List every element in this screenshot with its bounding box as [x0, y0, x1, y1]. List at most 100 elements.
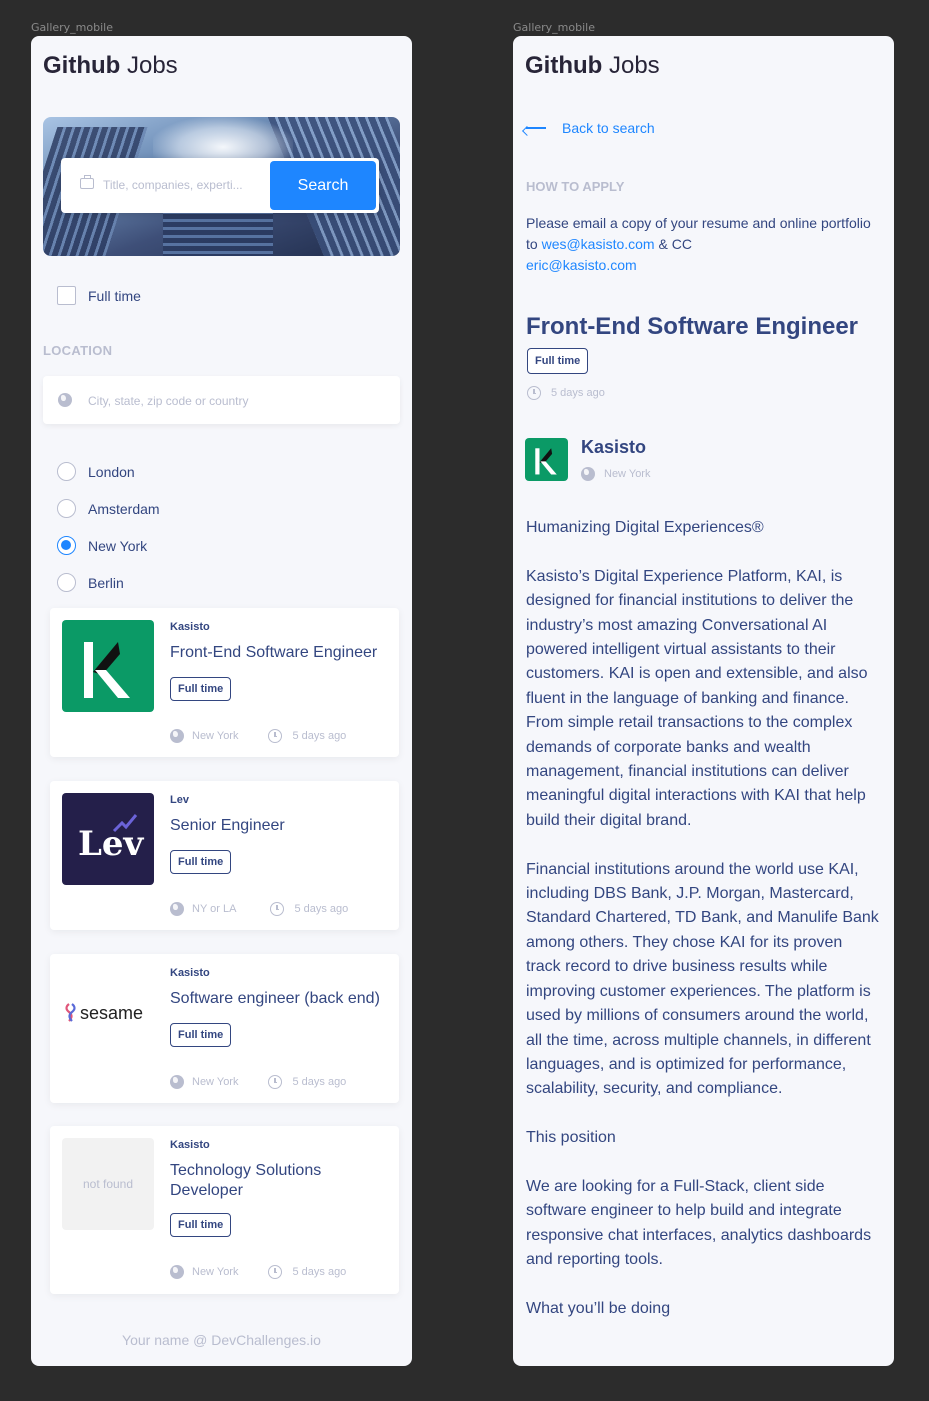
briefcase-icon: [80, 175, 94, 189]
globe-icon: [581, 467, 595, 481]
job-posted: 5 days ago: [292, 730, 347, 742]
description-paragraph: What you’ll be doing: [526, 1299, 671, 1317]
logo-bold: Github: [43, 52, 121, 79]
back-label: Back to search: [562, 120, 655, 136]
search-box: Search: [61, 158, 379, 213]
radio-button[interactable]: [57, 462, 76, 481]
location-text: New York: [604, 468, 651, 480]
full-time-label: Full time: [88, 287, 141, 304]
company-location: New York: [581, 467, 650, 481]
how-to-apply-text: Please email a copy of your resume and o…: [526, 213, 871, 276]
email-link[interactable]: eric@kasisto.com: [526, 257, 637, 273]
location-options: London Amsterdam New York Berlin: [57, 453, 160, 601]
description-paragraph: We are looking for a Full-Stack, client …: [526, 1177, 872, 1269]
location-heading: LOCATION: [43, 343, 113, 358]
company-name: Kasisto: [581, 437, 647, 457]
company-name: Kasisto: [170, 967, 210, 979]
arrow-left-icon: [526, 127, 546, 129]
job-detail-screen: Github Jobs Back to search HOW TO APPLY …: [513, 36, 894, 1366]
job-posted-row: 5 days ago: [527, 386, 605, 400]
search-hero: Search: [43, 117, 400, 256]
job-description: Humanizing Digital Experiences® Kasisto’…: [526, 516, 881, 1346]
description-paragraph: This position: [526, 1129, 616, 1147]
location-option-label: London: [88, 463, 135, 480]
how-to-apply-heading: HOW TO APPLY: [526, 179, 625, 194]
sesame-logo-text: sesame: [80, 1003, 143, 1023]
job-card[interactable]: not found Kasisto Technology Solutions D…: [50, 1126, 399, 1294]
radio-button-selected[interactable]: [57, 536, 76, 555]
location-input[interactable]: [88, 390, 378, 412]
globe-icon: [170, 902, 184, 916]
apply-text: & CC: [654, 236, 692, 252]
footer-credit: Your name @ DevChallenges.io: [122, 1332, 321, 1348]
lev-logo-text: Lev: [78, 824, 145, 864]
location-option-label: New York: [88, 537, 148, 554]
job-title: Front-End Software Engineer: [526, 313, 859, 340]
logo-placeholder: not found: [62, 1138, 154, 1230]
job-posted: 5 days ago: [551, 387, 605, 399]
job-type-badge: Full time: [170, 1023, 232, 1047]
job-type-badge: Full time: [527, 348, 589, 374]
globe-icon: [170, 1075, 184, 1089]
app-logo[interactable]: Github Jobs: [525, 52, 660, 80]
description-paragraph: Humanizing Digital Experiences®: [526, 519, 764, 536]
job-title[interactable]: Software engineer (back end): [170, 989, 390, 1009]
job-meta: New York 5 days ago: [170, 1265, 346, 1279]
location-option-berlin[interactable]: Berlin: [57, 564, 160, 601]
kasisto-logo: [525, 438, 568, 481]
back-to-search-link[interactable]: Back to search: [526, 120, 655, 136]
location-option-london[interactable]: London: [57, 453, 160, 490]
search-input[interactable]: [103, 174, 263, 196]
app-logo[interactable]: Github Jobs: [43, 52, 178, 80]
globe-icon: [170, 729, 184, 743]
search-button[interactable]: Search: [270, 161, 376, 210]
clock-icon: [268, 1265, 283, 1279]
job-type-badge: Full time: [170, 850, 232, 874]
job-meta: New York 5 days ago: [170, 729, 346, 743]
search-screen: Github Jobs Search Full time LOCATION Lo…: [31, 36, 412, 1366]
job-meta: NY or LA 5 days ago: [170, 902, 348, 916]
job-location: NY or LA: [192, 903, 237, 915]
job-card[interactable]: Kasisto Front-End Software Engineer Full…: [50, 608, 399, 757]
job-type-badge: Full time: [170, 1213, 232, 1237]
job-location: New York: [192, 1266, 239, 1278]
frame-label: Gallery_mobile: [513, 21, 595, 34]
job-card[interactable]: sesame Kasisto Software engineer (back e…: [50, 954, 399, 1103]
job-title[interactable]: Senior Engineer: [170, 816, 390, 836]
lev-logo: Lev: [62, 793, 154, 885]
description-paragraph: Kasisto’s Digital Experience Platform, K…: [526, 567, 868, 829]
clock-icon: [270, 902, 285, 916]
kasisto-logo: [62, 620, 154, 712]
job-posted: 5 days ago: [294, 903, 349, 915]
job-posted: 5 days ago: [292, 1076, 347, 1088]
email-link[interactable]: wes@kasisto.com: [542, 236, 655, 252]
globe-icon: [170, 1265, 184, 1279]
globe-icon: [58, 393, 72, 407]
job-title[interactable]: Front-End Software Engineer: [170, 643, 390, 663]
location-option-label: Amsterdam: [88, 500, 160, 517]
job-meta: New York 5 days ago: [170, 1075, 346, 1089]
location-field: [43, 376, 400, 424]
job-title[interactable]: Technology Solutions Developer: [170, 1161, 390, 1201]
job-location: New York: [192, 1076, 239, 1088]
description-paragraph: Financial institutions around the world …: [526, 860, 879, 1098]
logo-light: Jobs: [608, 52, 660, 79]
company-name: Lev: [170, 794, 189, 806]
radio-button[interactable]: [57, 499, 76, 518]
full-time-checkbox[interactable]: [57, 286, 76, 305]
radio-button[interactable]: [57, 573, 76, 592]
job-posted: 5 days ago: [292, 1266, 347, 1278]
company-name: Kasisto: [170, 621, 210, 633]
location-option-label: Berlin: [88, 574, 124, 591]
full-time-filter[interactable]: Full time: [57, 286, 141, 305]
frame-label: Gallery_mobile: [31, 21, 113, 34]
job-card[interactable]: Lev Lev Senior Engineer Full time NY or …: [50, 781, 399, 930]
location-option-new-york[interactable]: New York: [57, 527, 160, 564]
clock-icon: [268, 729, 283, 743]
company-name: Kasisto: [170, 1139, 210, 1151]
job-type-badge: Full time: [170, 677, 232, 701]
logo-bold: Github: [525, 52, 603, 79]
logo-light: Jobs: [126, 52, 178, 79]
location-option-amsterdam[interactable]: Amsterdam: [57, 490, 160, 527]
sesame-logo: sesame: [62, 966, 154, 1058]
